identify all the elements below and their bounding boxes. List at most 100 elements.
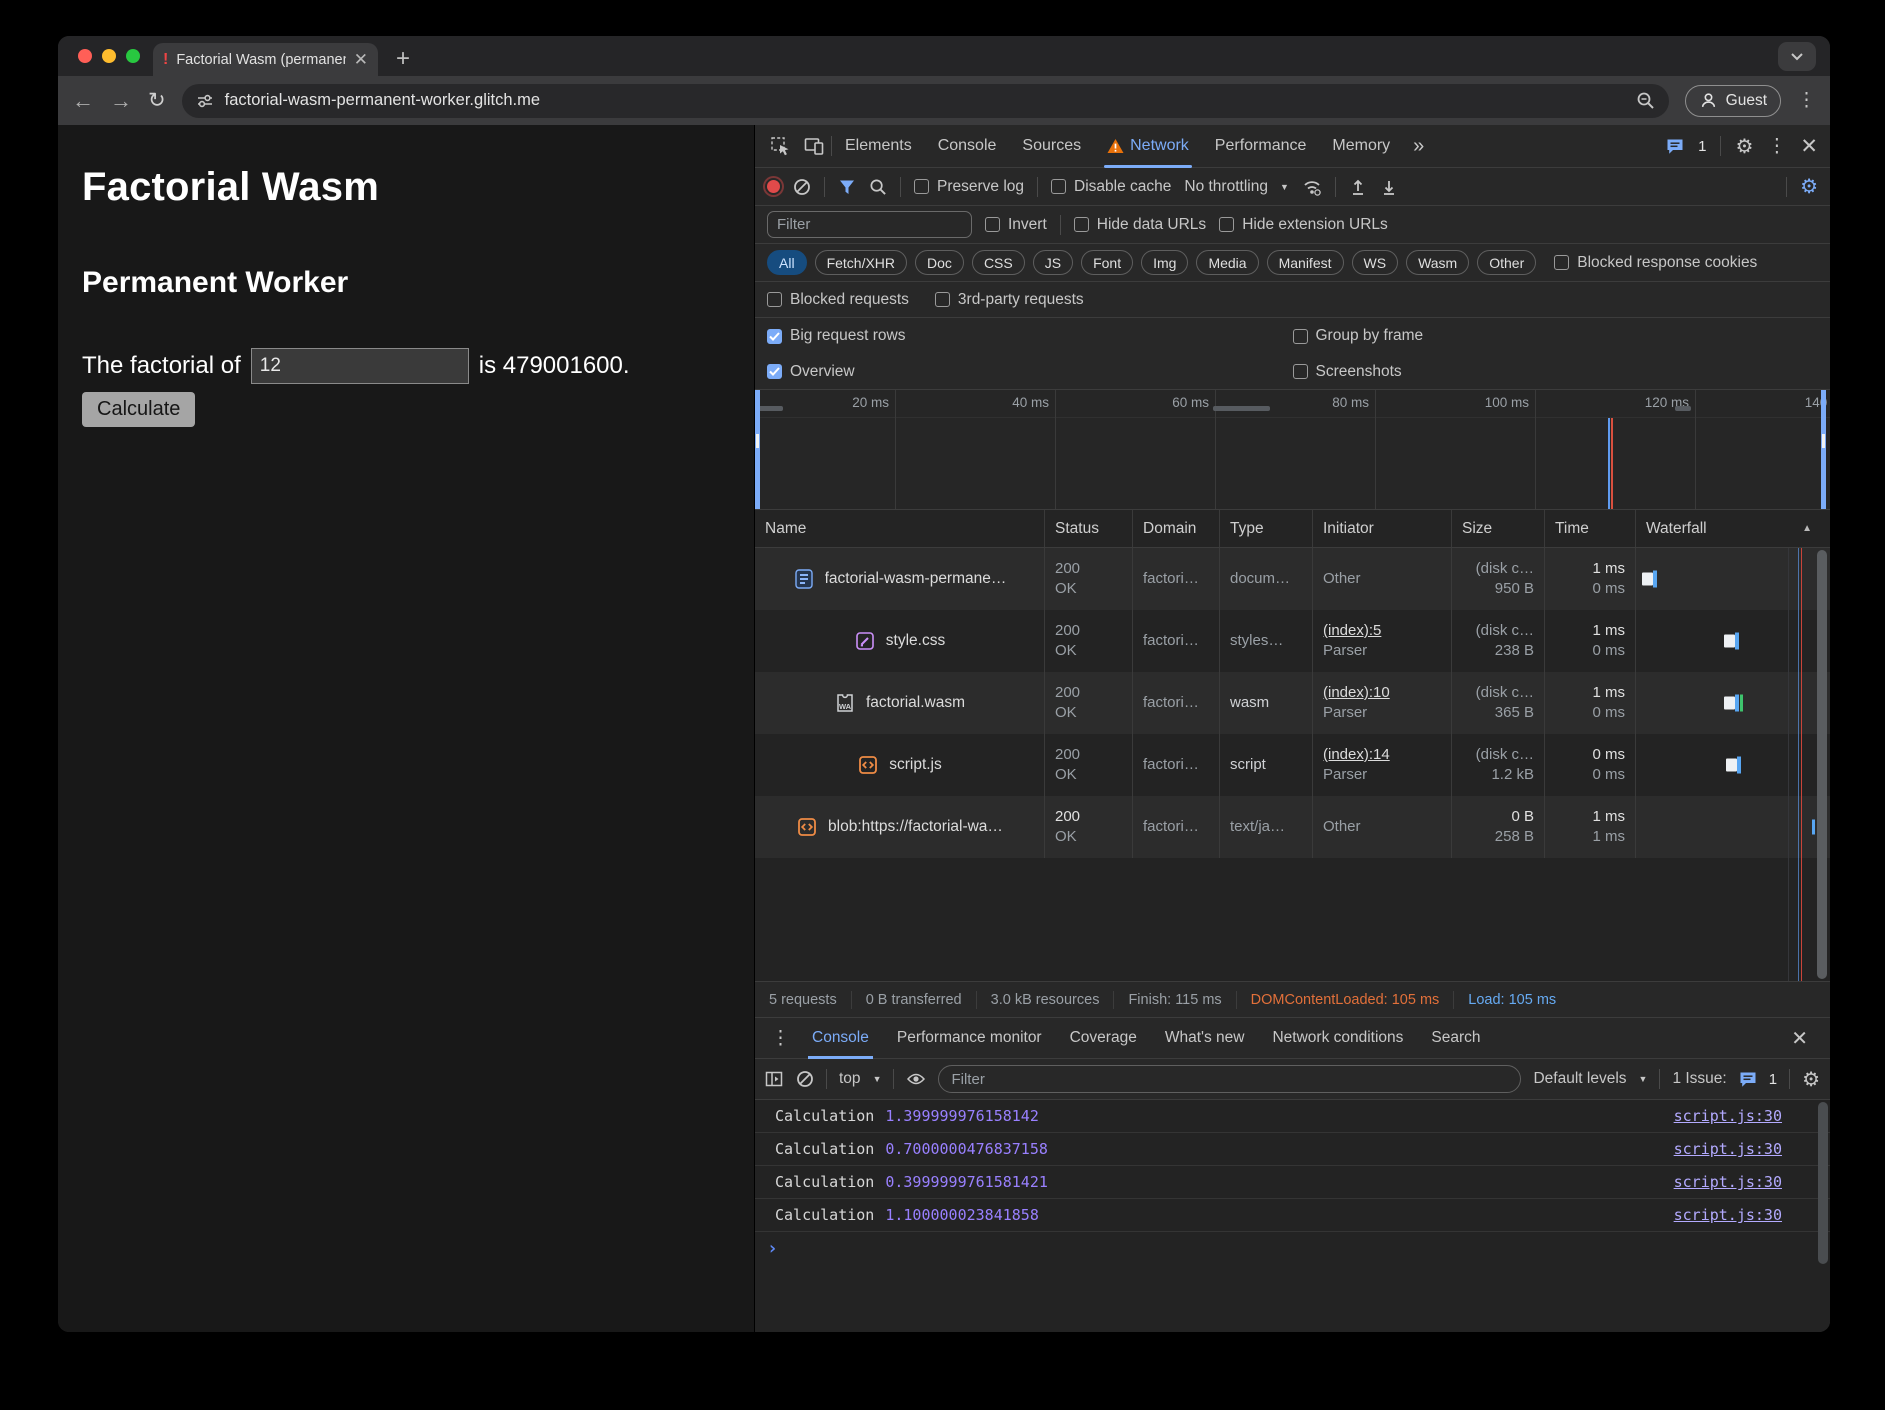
type-filter-other[interactable]: Other (1477, 250, 1536, 275)
col-type[interactable]: Type (1220, 510, 1313, 547)
request-row[interactable]: WA factorial.wasm 200OK factori… wasm (i… (755, 672, 1830, 734)
clear-console-icon[interactable] (796, 1070, 814, 1088)
close-window-button[interactable] (78, 49, 92, 63)
disable-cache-toggle[interactable]: Disable cache (1051, 178, 1171, 196)
export-har-icon[interactable] (1380, 178, 1398, 196)
factorial-input[interactable] (251, 348, 469, 384)
request-name-cell[interactable]: style.css (755, 610, 1045, 672)
reload-icon[interactable]: ↻ (148, 88, 166, 113)
network-settings-icon[interactable]: ⚙ (1800, 174, 1818, 199)
screenshots-toggle[interactable]: Screenshots (1293, 363, 1819, 381)
drawer-tab-network-conditions[interactable]: Network conditions (1258, 1018, 1417, 1059)
tune-icon[interactable] (196, 92, 214, 110)
search-icon[interactable] (869, 178, 887, 196)
col-size[interactable]: Size (1452, 510, 1545, 547)
record-icon[interactable] (767, 180, 780, 193)
request-name-cell[interactable]: factorial-wasm-permane… (755, 548, 1045, 610)
source-link[interactable]: script.js:30 (1674, 1173, 1808, 1191)
type-filter-img[interactable]: Img (1141, 250, 1188, 275)
initiator-link[interactable]: (index):10 (1323, 683, 1441, 703)
zoom-page-icon[interactable] (1636, 91, 1655, 110)
forward-icon[interactable]: → (110, 88, 132, 114)
screenshots-checkbox[interactable] (1293, 364, 1308, 379)
import-har-icon[interactable] (1349, 178, 1367, 196)
issues-icon[interactable] (1666, 138, 1684, 155)
type-filter-wasm[interactable]: Wasm (1406, 250, 1469, 275)
invert-toggle[interactable]: Invert (985, 216, 1047, 234)
network-scrollbar[interactable] (1817, 550, 1827, 979)
timeline-right-handle[interactable] (1821, 390, 1826, 509)
type-filter-css[interactable]: CSS (972, 250, 1025, 275)
address-bar[interactable]: factorial-wasm-permanent-worker.glitch.m… (182, 84, 1669, 118)
console-filter-input[interactable] (938, 1065, 1521, 1093)
drawer-tab-console[interactable]: Console (798, 1018, 883, 1059)
col-name[interactable]: Name (755, 510, 1045, 547)
third-party-requests-checkbox[interactable] (935, 292, 950, 307)
type-filter-ws[interactable]: WS (1352, 250, 1399, 275)
tab-close-icon[interactable]: ✕ (354, 50, 368, 70)
tab-search-button[interactable] (1778, 42, 1816, 71)
eye-icon[interactable] (906, 1071, 926, 1087)
calculate-button[interactable]: Calculate (82, 392, 195, 427)
disable-cache-checkbox[interactable] (1051, 179, 1066, 194)
request-name-cell[interactable]: WA factorial.wasm (755, 672, 1045, 734)
url-text[interactable]: factorial-wasm-permanent-worker.glitch.m… (225, 91, 1625, 110)
hide-data-urls-checkbox[interactable] (1074, 217, 1089, 232)
devtools-menu-icon[interactable]: ⋮ (1767, 135, 1786, 158)
request-row[interactable]: script.js 200OK factori… script (index):… (755, 734, 1830, 796)
browser-menu-icon[interactable]: ⋮ (1797, 89, 1816, 112)
profile-button[interactable]: Guest (1685, 85, 1781, 117)
drawer-tab-coverage[interactable]: Coverage (1056, 1018, 1151, 1059)
initiator-link[interactable]: (index):5 (1323, 621, 1441, 641)
browser-tab[interactable]: ! Factorial Wasm (permanent W ✕ (153, 43, 378, 76)
drawer-tab-whats-new[interactable]: What's new (1151, 1018, 1259, 1059)
drawer-tab-search[interactable]: Search (1417, 1018, 1494, 1059)
devtools-settings-icon[interactable]: ⚙ (1735, 134, 1753, 159)
request-name-cell[interactable]: blob:https://factorial-wa… (755, 796, 1045, 858)
col-initiator[interactable]: Initiator (1313, 510, 1452, 547)
source-link[interactable]: script.js:30 (1674, 1206, 1808, 1224)
source-link[interactable]: script.js:30 (1674, 1107, 1808, 1125)
network-filter-input[interactable] (767, 211, 972, 238)
drawer-tab-performance-monitor[interactable]: Performance monitor (883, 1018, 1056, 1059)
hide-data-urls-toggle[interactable]: Hide data URLs (1074, 216, 1206, 234)
preserve-log-checkbox[interactable] (914, 179, 929, 194)
col-waterfall[interactable]: Waterfall▲ (1636, 510, 1830, 547)
big-request-rows-checkbox[interactable] (767, 329, 782, 344)
tab-elements[interactable]: Elements (832, 125, 925, 168)
network-overview-timeline[interactable]: 20 ms 40 ms 60 ms 80 ms 100 ms 120 ms 14… (755, 390, 1830, 510)
type-filter-manifest[interactable]: Manifest (1267, 250, 1344, 275)
device-toolbar-icon[interactable] (797, 136, 831, 156)
log-levels-select[interactable]: Default levels ▼ (1533, 1070, 1647, 1088)
blocked-requests-checkbox[interactable] (767, 292, 782, 307)
drawer-menu-icon[interactable]: ⋮ (763, 1027, 798, 1050)
inspect-element-icon[interactable] (763, 136, 797, 156)
third-party-requests-toggle[interactable]: 3rd-party requests (935, 291, 1084, 309)
type-filter-fetch-xhr[interactable]: Fetch/XHR (815, 250, 907, 275)
blocked-response-cookies-checkbox[interactable] (1554, 255, 1569, 270)
minimize-window-button[interactable] (102, 49, 116, 63)
hide-extension-urls-checkbox[interactable] (1219, 217, 1234, 232)
tab-network[interactable]: Network (1094, 125, 1202, 168)
initiator-link[interactable]: (index):14 (1323, 745, 1441, 765)
context-selector[interactable]: top ▼ (839, 1070, 881, 1088)
request-row[interactable]: factorial-wasm-permane… 200OK factori… d… (755, 548, 1830, 610)
console-prompt[interactable]: › (755, 1232, 1830, 1264)
console-settings-icon[interactable]: ⚙ (1802, 1067, 1820, 1092)
type-filter-media[interactable]: Media (1196, 250, 1258, 275)
source-link[interactable]: script.js:30 (1674, 1140, 1808, 1158)
type-filter-all[interactable]: All (767, 250, 807, 275)
preserve-log-toggle[interactable]: Preserve log (914, 178, 1024, 196)
hide-extension-urls-toggle[interactable]: Hide extension URLs (1219, 216, 1388, 234)
network-conditions-icon[interactable] (1302, 178, 1322, 196)
blocked-requests-toggle[interactable]: Blocked requests (767, 291, 909, 309)
overview-checkbox[interactable] (767, 364, 782, 379)
timeline-left-handle[interactable] (755, 390, 760, 509)
big-request-rows-toggle[interactable]: Big request rows (767, 327, 1293, 345)
new-tab-button[interactable]: + (396, 44, 410, 74)
clear-icon[interactable] (793, 178, 811, 196)
tab-memory[interactable]: Memory (1319, 125, 1403, 168)
tab-sources[interactable]: Sources (1009, 125, 1094, 168)
request-row[interactable]: style.css 200OK factori… styles… (index)… (755, 610, 1830, 672)
issues-icon[interactable] (1739, 1071, 1757, 1088)
